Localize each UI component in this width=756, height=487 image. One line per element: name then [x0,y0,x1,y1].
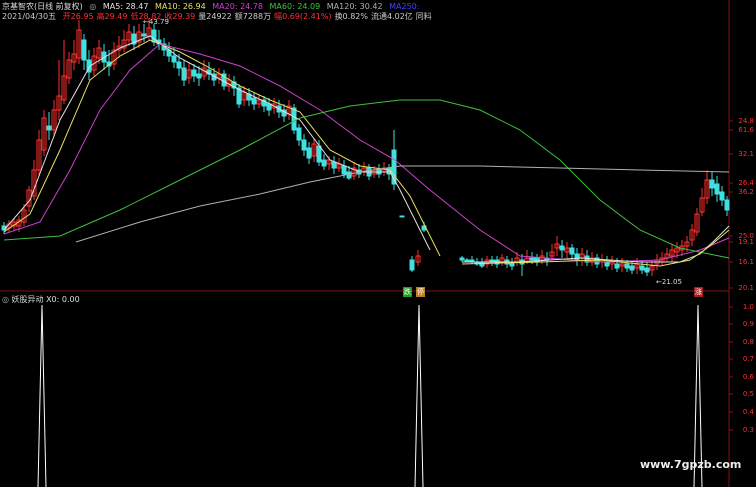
axis-label: 0.7 [742,355,754,363]
candle-body [46,125,52,131]
indicator-name: 妖股异动 X0: 0.00 [11,295,80,304]
axis-label: 0.3 [742,426,754,434]
axis-label: 0.8 [742,338,754,346]
candle-body [301,139,307,151]
signal-tag: 跌 [403,287,412,297]
candle-body [346,171,352,179]
candle-body [191,69,197,77]
indicator-axis: 1.0 0.9 0.8 0.7 0.6 0.5 0.4 0.3 [729,0,756,487]
low-value: 21.05 [661,278,682,286]
candle-body [81,39,87,61]
indicator-spike [37,304,47,487]
candle-body [296,127,302,141]
candle-body [629,265,635,271]
axis-label: 1.0 [742,303,754,311]
candle-body [614,263,620,269]
candle-body [569,247,575,255]
axis-label: 0.6 [742,373,754,381]
watermark: www.7gpzb.com [640,458,742,471]
indicator-spike [414,304,424,487]
indicator-icon[interactable]: ◎ [2,295,9,304]
candle-body [459,257,465,261]
candle-body [409,259,415,271]
candle-body [709,179,715,189]
candle-body [464,259,470,262]
candle-body [604,261,610,267]
high-value: 43.79 [148,18,169,26]
candle-body [341,165,347,175]
candle-body [559,245,565,251]
low-annotation: ←21.05 [656,278,682,286]
candle-body [196,73,202,79]
candle-body [574,253,580,261]
axis-label: 0.4 [742,408,754,416]
candle-body [141,33,147,37]
candle-body [176,61,182,69]
indicator-label: ◎ 妖股异动 X0: 0.00 [2,294,80,305]
ma120-line [75,165,730,243]
signal-tag: 停 [416,287,425,297]
axis-label: 0.9 [742,320,754,328]
candle-body [399,215,405,218]
candle-body [181,67,187,81]
candle-body [714,183,720,195]
candle-body [266,103,272,111]
candle-body [719,191,725,201]
candle-body [321,159,327,167]
kline-chart[interactable] [0,0,756,487]
candle-body [331,161,337,169]
candle-body [624,263,630,269]
high-annotation: ←43.79 [143,18,169,26]
signal-tag: 涨 [694,287,703,297]
candle-body [171,55,177,63]
axis-label: 0.5 [742,390,754,398]
ma60-line [3,99,730,259]
candle-body [291,107,297,131]
candle-body [639,265,645,271]
candle-body [529,257,535,261]
candle-body [251,97,257,105]
candle-body [316,145,322,163]
ma20-line [3,43,730,263]
candle-body [644,267,650,273]
candle-body [306,147,312,159]
